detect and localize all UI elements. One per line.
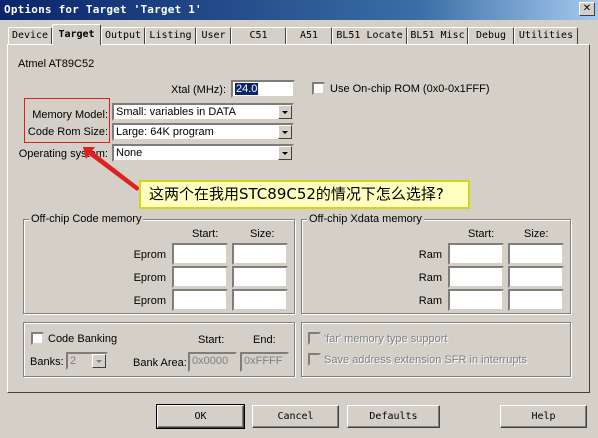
arrow-shape (83, 147, 140, 191)
annotation-arrow (83, 147, 140, 191)
annotation-callout: 这两个在我用STC89C52的情况下怎么选择? (139, 180, 470, 209)
